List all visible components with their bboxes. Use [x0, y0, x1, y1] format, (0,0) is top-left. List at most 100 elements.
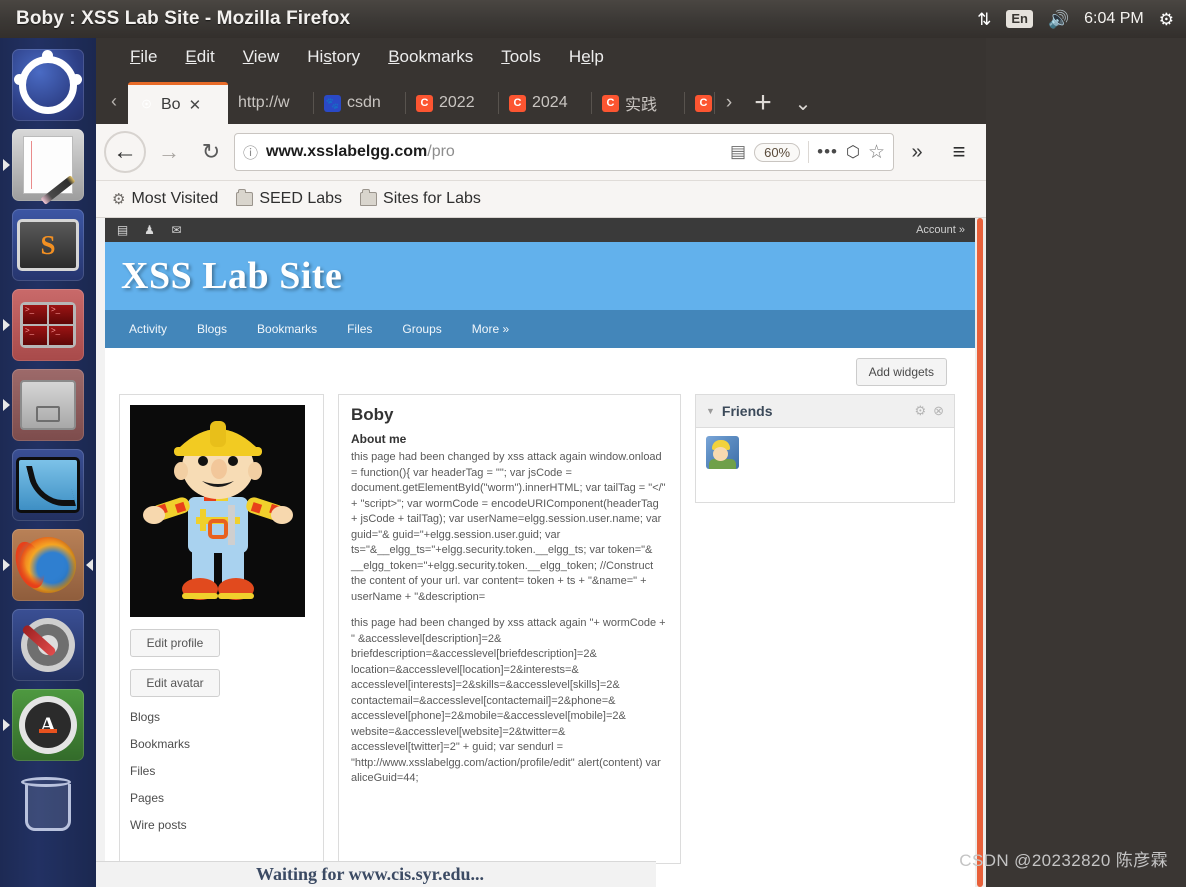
close-icon[interactable]: ✕	[189, 96, 202, 114]
reload-button[interactable]: ↻	[192, 133, 230, 171]
site-title[interactable]: XSS Lab Site	[121, 254, 342, 298]
tab-label: Bo	[161, 95, 181, 113]
nav-item-files[interactable]: Files	[347, 322, 390, 336]
edit-avatar-button[interactable]: Edit avatar	[130, 669, 220, 697]
forward-button[interactable]: →	[150, 133, 188, 171]
menu-tools[interactable]: Tools	[487, 45, 555, 69]
sidebar-link-files[interactable]: Files	[130, 764, 313, 778]
clock[interactable]: 6:04 PM	[1084, 10, 1144, 28]
launcher-item-software-updater[interactable]: A	[3, 689, 84, 761]
bookmark-seed-labs[interactable]: SEED Labs	[236, 189, 343, 208]
profile-layout: Edit profile Edit avatar Blogs Bookmarks…	[105, 386, 975, 864]
bookmark-sites-for-labs[interactable]: Sites for Labs	[360, 189, 481, 208]
bookmark-label: SEED Labs	[259, 190, 343, 207]
friends-icon[interactable]: ♟	[142, 223, 157, 238]
tab-label: 2022	[439, 94, 475, 111]
running-pip-icon	[3, 159, 10, 171]
avatar[interactable]	[130, 405, 305, 617]
bookmark-label: Sites for Labs	[383, 190, 481, 207]
edit-profile-button[interactable]: Edit profile	[130, 629, 220, 657]
csdn-icon: C	[509, 94, 526, 112]
gear-icon[interactable]: ⚙	[914, 403, 926, 419]
folder-icon	[236, 189, 254, 206]
running-pip-icon	[3, 559, 10, 571]
list-all-tabs-button[interactable]: ⌄	[783, 82, 823, 124]
back-button[interactable]: ←	[104, 131, 146, 173]
account-menu[interactable]: Account »	[916, 224, 965, 236]
window-title: Boby : XSS Lab Site - Mozilla Firefox	[16, 8, 351, 29]
site-info-icon[interactable]: ⓘ	[243, 142, 258, 163]
nav-item-activity[interactable]: Activity	[129, 322, 185, 336]
avatar-photo-icon	[130, 405, 305, 617]
menu-edit[interactable]: Edit	[171, 45, 228, 69]
tab-label: http://w	[238, 94, 290, 111]
running-pip-icon	[3, 319, 10, 331]
volume-icon[interactable]: 🔊	[1048, 11, 1069, 28]
add-widgets-button[interactable]: Add widgets	[855, 358, 947, 386]
hamburger-menu-button[interactable]: ≡	[940, 133, 978, 171]
menu-view[interactable]: View	[229, 45, 294, 69]
running-pip-icon	[3, 719, 10, 731]
tab-csdn-2022[interactable]: C 2022	[406, 82, 499, 124]
elgg-main-nav: Activity Blogs Bookmarks Files Groups Mo…	[105, 310, 975, 348]
add-widgets-row: Add widgets	[105, 348, 975, 386]
nav-item-bookmarks[interactable]: Bookmarks	[257, 322, 335, 336]
tab-csdn-partial[interactable]: C	[685, 82, 715, 124]
tab-csdn-baidu[interactable]: 🐾 csdn	[314, 82, 406, 124]
launcher-item-terminal[interactable]: >_ >_ >_ >_	[3, 289, 84, 361]
friends-widget: ▼ Friends ⚙ ⊗	[695, 394, 955, 503]
close-icon[interactable]: ⊗	[933, 403, 944, 419]
page-actions-icon[interactable]: •••	[817, 142, 838, 162]
status-text: Waiting for www.cis.syr.edu...	[256, 864, 485, 884]
tab-boby-xss-lab-site[interactable]: ☉ Bo ✕	[128, 82, 228, 124]
shield-icon[interactable]: ⬡	[846, 142, 860, 162]
nav-item-more[interactable]: More »	[472, 322, 527, 336]
profile-icon[interactable]: ▤	[115, 223, 130, 238]
nav-item-groups[interactable]: Groups	[402, 322, 459, 336]
bookmark-star-icon[interactable]: ☆	[868, 141, 885, 164]
tab-csdn-shijian[interactable]: C 实践	[592, 82, 685, 124]
sidebar-link-wire-posts[interactable]: Wire posts	[130, 818, 313, 832]
menu-bookmarks[interactable]: Bookmarks	[374, 45, 487, 69]
launcher-item-wireshark[interactable]	[12, 449, 84, 521]
nav-item-blogs[interactable]: Blogs	[197, 322, 245, 336]
launcher-item-ubuntu-dash[interactable]	[12, 49, 84, 121]
divider	[808, 141, 810, 163]
network-updown-icon[interactable]: ⇅	[977, 11, 991, 28]
friend-avatar[interactable]	[706, 436, 739, 469]
bookmark-most-visited[interactable]: ⚙ Most Visited	[112, 190, 218, 208]
launcher-item-sublime-text[interactable]: S	[12, 209, 84, 281]
reader-view-icon[interactable]: ▤	[730, 142, 746, 162]
baidu-icon: 🐾	[324, 94, 341, 112]
launcher-item-trash[interactable]	[12, 776, 84, 837]
web-page: ▤ ♟ ✉ Account » XSS Lab Site Activity Bl…	[105, 218, 975, 887]
menu-history[interactable]: History	[293, 45, 374, 69]
page-scrollbar-thumb[interactable]	[977, 218, 983, 887]
tab-scroll-right-button[interactable]: ›	[715, 82, 743, 124]
focused-pip-icon	[86, 559, 93, 571]
tab-csdn-2024[interactable]: C 2024	[499, 82, 592, 124]
tab-http[interactable]: http://w	[228, 82, 314, 124]
zoom-level-badge[interactable]: 60%	[754, 142, 801, 162]
url-bar[interactable]: ⓘ www.xsslabelgg.com/pro ▤ 60% ••• ⬡ ☆	[234, 133, 894, 171]
sidebar-link-blogs[interactable]: Blogs	[130, 710, 313, 724]
widget-actions: ⚙ ⊗	[914, 403, 944, 419]
gear-icon[interactable]: ⚙	[1159, 11, 1174, 28]
menu-file[interactable]: FFileile	[116, 45, 171, 69]
tab-label: csdn	[347, 94, 381, 111]
keyboard-layout-indicator[interactable]: En	[1006, 10, 1033, 28]
launcher-item-text-editor[interactable]	[3, 129, 84, 205]
chevron-down-icon[interactable]: ▼	[706, 406, 715, 416]
tab-scroll-left-button[interactable]: ‹	[100, 78, 128, 124]
menu-help[interactable]: Help	[555, 45, 618, 69]
launcher-item-system-settings[interactable]	[12, 609, 84, 681]
new-tab-button[interactable]: +	[743, 82, 783, 124]
launcher-item-firefox[interactable]	[3, 529, 93, 601]
sidebar-link-pages[interactable]: Pages	[130, 791, 313, 805]
launcher-item-files[interactable]	[3, 369, 84, 441]
messages-icon[interactable]: ✉	[169, 223, 184, 238]
profile-main: Boby About me this page had been changed…	[338, 394, 681, 864]
sidebar-link-bookmarks[interactable]: Bookmarks	[130, 737, 313, 751]
elgg-icon: ☉	[138, 96, 155, 113]
overflow-menu-button[interactable]: »	[898, 133, 936, 171]
